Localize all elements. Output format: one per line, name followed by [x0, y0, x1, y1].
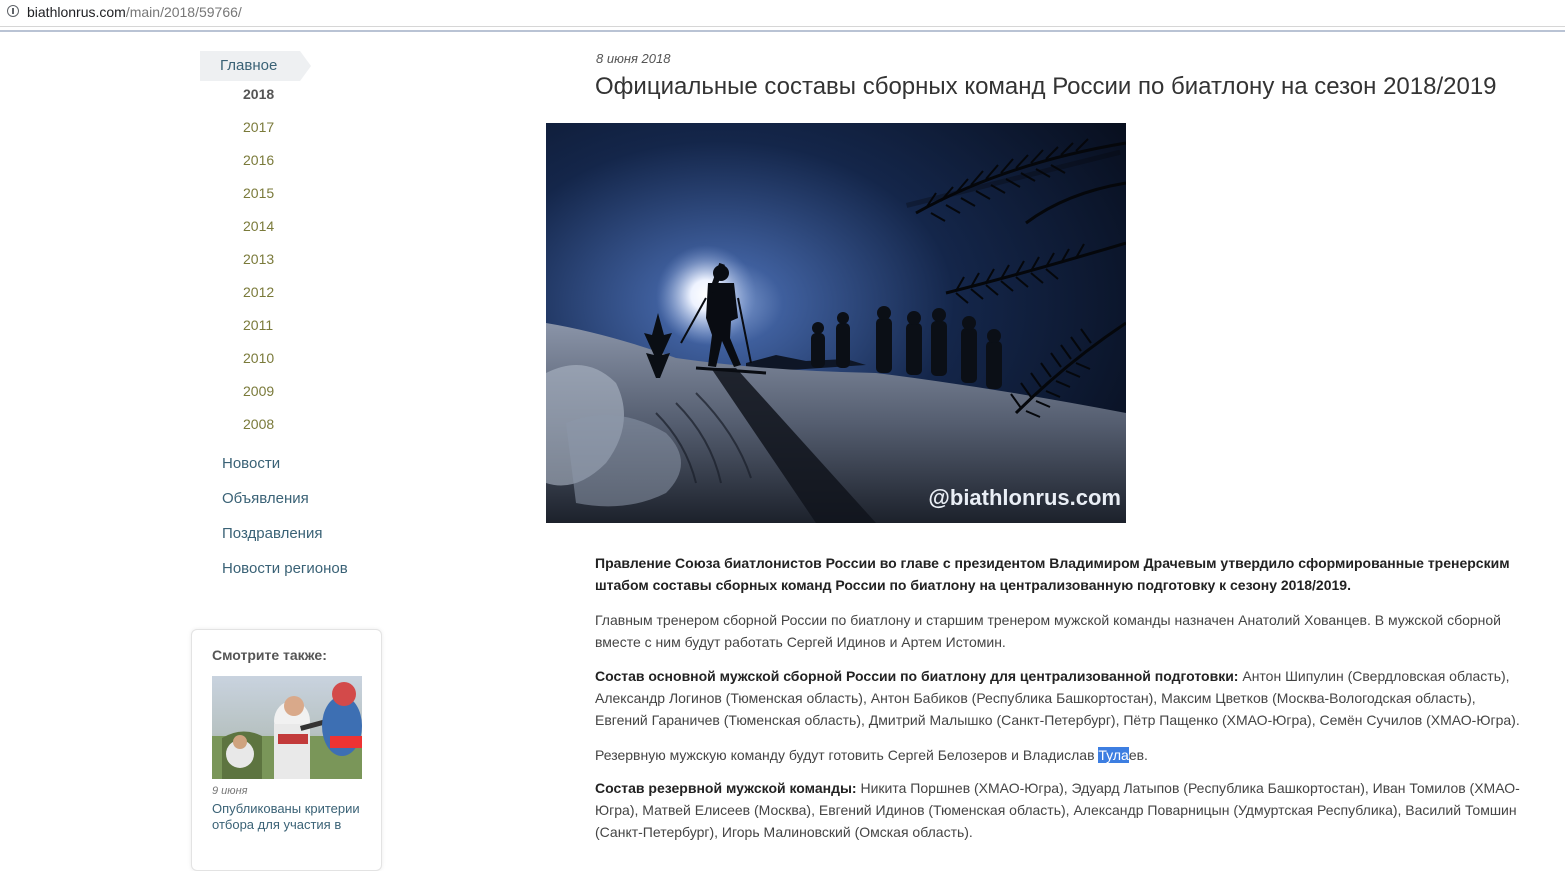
sidebar-item-regional-news[interactable]: Новости регионов [222, 560, 348, 577]
article-lead: Правление Союза биатлонистов России во г… [595, 552, 1520, 596]
header-divider [0, 30, 1565, 32]
see-also-thumbnail[interactable] [212, 676, 362, 779]
year-item-2015[interactable]: 2015 [243, 185, 274, 201]
url-text[interactable]: biathlonrus.com/main/2018/59766/ [27, 4, 242, 20]
reserve-team-heading: Состав резервной мужской команды: [595, 780, 857, 796]
year-item-2014[interactable]: 2014 [243, 218, 274, 234]
see-also-header: Смотрите также: [212, 647, 327, 663]
article-paragraph-reserve-coaches: Резервную мужскую команду будут готовить… [595, 744, 1525, 766]
sidebar-item-news[interactable]: Новости [222, 455, 280, 472]
address-bar[interactable]: biathlonrus.com/main/2018/59766/ [0, 0, 1565, 27]
sidebar-item-announcements[interactable]: Объявления [222, 490, 309, 507]
year-item-2013[interactable]: 2013 [243, 251, 274, 267]
article-photo: @biathlonrus.com [546, 123, 1126, 523]
nav-main-item[interactable]: Главное [200, 51, 311, 81]
year-item-2009[interactable]: 2009 [243, 383, 274, 399]
main-team-heading: Состав основной мужской сборной России п… [595, 668, 1239, 684]
article-title: Официальные составы сборных команд Росси… [595, 73, 1497, 100]
year-item-2016[interactable]: 2016 [243, 152, 274, 168]
year-item-2017[interactable]: 2017 [243, 119, 274, 135]
year-item-2011[interactable]: 2011 [243, 317, 273, 333]
year-item-2018[interactable]: 2018 [243, 86, 274, 102]
nav-main-label: Главное [220, 57, 278, 74]
photo-watermark: @biathlonrus.com [928, 485, 1121, 510]
see-also-box: Смотрите также: 9 июня Опубликованы крит… [191, 629, 382, 871]
article-paragraph-reserve-team: Состав резервной мужской команды: Никита… [595, 777, 1525, 843]
selected-text: Тула [1098, 747, 1129, 763]
reserve-coaches-text: Резервную мужскую команду будут готовить… [595, 747, 1099, 763]
url-path: /main/2018/59766/ [125, 4, 242, 20]
year-item-2012[interactable]: 2012 [243, 284, 274, 300]
see-also-date: 9 июня [212, 785, 248, 797]
info-icon[interactable] [7, 5, 19, 17]
sidebar-item-congratulations[interactable]: Поздравления [222, 525, 322, 542]
url-host: biathlonrus.com [27, 4, 126, 20]
reserve-coaches-text-end: ев. [1128, 747, 1148, 763]
article-paragraph-main-team: Состав основной мужской сборной России п… [595, 665, 1525, 731]
article-date: 8 июня 2018 [596, 51, 671, 66]
year-item-2008[interactable]: 2008 [243, 416, 274, 432]
year-item-2010[interactable]: 2010 [243, 350, 274, 366]
lead-text: Правление Союза биатлонистов России во г… [595, 555, 1510, 593]
see-also-link[interactable]: Опубликованы критерии отбора для участия… [212, 801, 362, 833]
article-paragraph-coaches: Главным тренером сборной России по биатл… [595, 612, 1502, 650]
